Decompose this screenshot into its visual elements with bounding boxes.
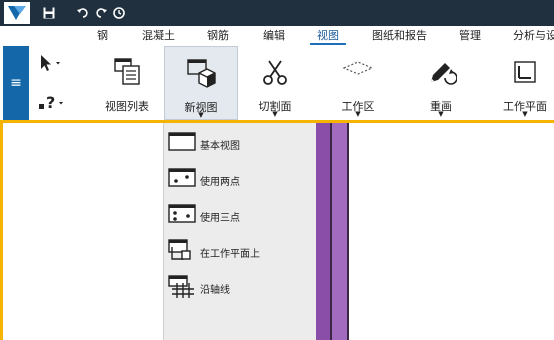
history-icon[interactable] xyxy=(110,4,128,22)
menu-item-analysis-design[interactable]: 分析与设 xyxy=(513,28,554,44)
view-list-button[interactable]: 视图列表 xyxy=(98,46,156,120)
model-column-edge xyxy=(347,123,349,340)
menu-item-drawings-reports[interactable]: 图纸和报告 xyxy=(372,28,427,44)
basic-view-icon xyxy=(168,131,196,153)
new-view-dropdown: 基本视图 使用两点 使用三点 在工作平面上 沿轴线 xyxy=(163,123,316,340)
menu-item-along-axis[interactable]: 沿轴线 xyxy=(164,273,316,303)
redraw-pen-icon xyxy=(412,56,470,88)
chevron-down-icon: ▼ xyxy=(522,110,528,118)
work-area-button[interactable]: 工作区 ▼ xyxy=(328,46,388,120)
svg-text:?: ? xyxy=(46,93,55,112)
menu-item-concrete[interactable]: 混凝土 xyxy=(142,28,175,44)
three-points-view-icon xyxy=(168,203,196,225)
work-area-border-left xyxy=(0,120,3,340)
chevron-down-icon: ▼ xyxy=(438,110,444,118)
hamburger-menu-icon[interactable]: ≡ xyxy=(3,46,29,120)
menu-item-on-work-plane[interactable]: 在工作平面上 xyxy=(164,237,316,267)
menu-item-rebar[interactable]: 钢筋 xyxy=(207,28,229,44)
app-logo-icon xyxy=(4,2,30,24)
chevron-down-icon: ▼ xyxy=(198,111,204,119)
menu-item-two-points[interactable]: 使用两点 xyxy=(164,165,316,195)
redraw-button[interactable]: 重画 ▼ xyxy=(412,46,470,120)
query-icon[interactable]: ? xyxy=(38,92,66,115)
two-points-view-icon xyxy=(168,167,196,189)
model-column-shade xyxy=(315,123,331,340)
menu-bar: 钢 混凝土 钢筋 编辑 视图 图纸和报告 管理 分析与设 xyxy=(0,26,554,47)
menu-item-basic-view[interactable]: 基本视图 xyxy=(164,129,316,159)
undo-icon[interactable] xyxy=(74,4,92,22)
chevron-down-icon: ▼ xyxy=(272,110,278,118)
menu-item-edit[interactable]: 编辑 xyxy=(263,28,285,44)
select-arrow-icon[interactable] xyxy=(38,54,62,75)
cut-plane-button[interactable]: 切割面 ▼ xyxy=(246,46,304,120)
menu-item-manage[interactable]: 管理 xyxy=(459,28,481,44)
menu-item-steel[interactable]: 钢 xyxy=(97,28,108,44)
active-tab-indicator xyxy=(310,43,346,45)
work-plane-view-icon xyxy=(168,239,196,261)
selection-tools: ? xyxy=(34,46,74,120)
save-icon[interactable] xyxy=(40,4,58,22)
chevron-down-icon: ▼ xyxy=(355,110,361,118)
menu-item-three-points[interactable]: 使用三点 xyxy=(164,201,316,231)
view-list-icon xyxy=(98,56,156,88)
view-list-label: 视图列表 xyxy=(105,100,149,113)
redo-icon[interactable] xyxy=(92,4,110,22)
model-column-edge xyxy=(330,123,332,340)
work-plane-icon xyxy=(496,56,554,88)
grid-axis-view-icon xyxy=(168,275,196,298)
title-bar xyxy=(0,0,554,26)
work-plane-button[interactable]: 工作平面 ▼ xyxy=(496,46,554,120)
scissors-icon xyxy=(246,56,304,88)
menu-item-view[interactable]: 视图 xyxy=(317,28,339,44)
work-area-icon xyxy=(328,56,388,88)
new-view-icon xyxy=(165,57,237,89)
new-view-button[interactable]: 新视图 ▼ xyxy=(164,46,238,120)
